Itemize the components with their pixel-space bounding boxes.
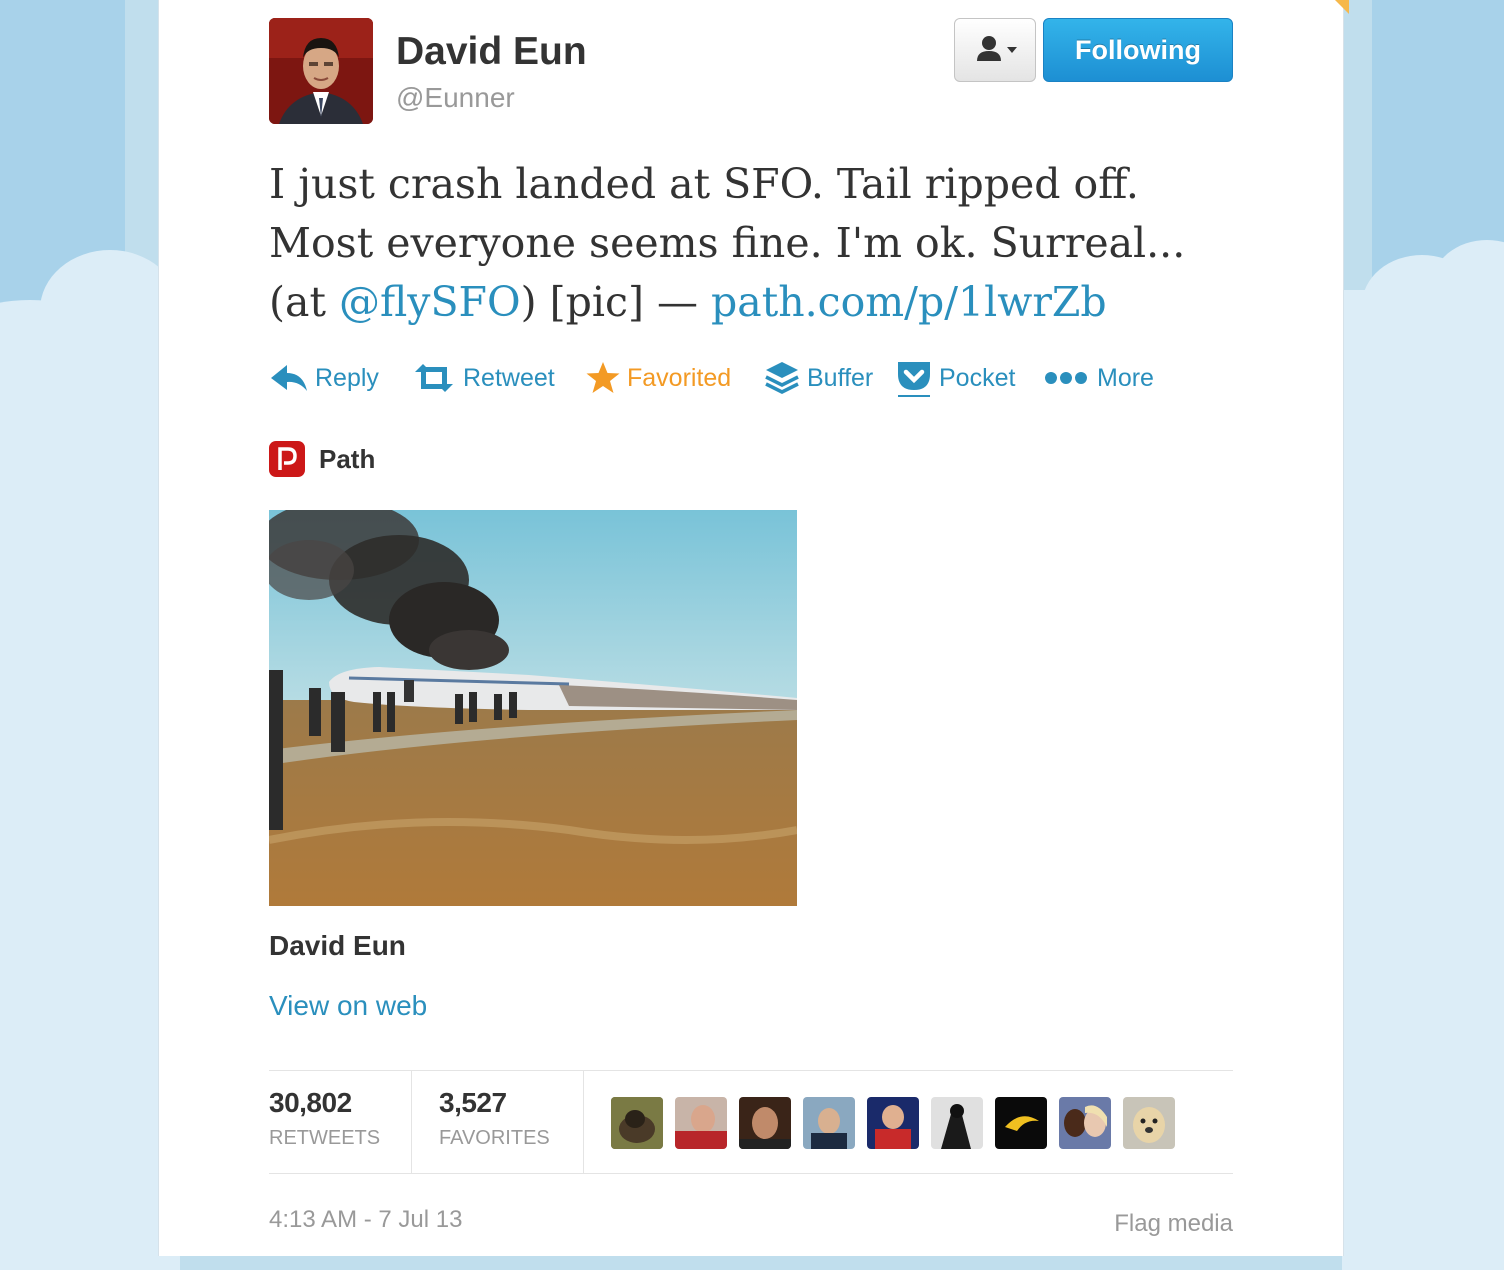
retweets-count: 30,802 xyxy=(269,1087,352,1118)
reply-icon xyxy=(271,365,307,391)
pocket-icon xyxy=(898,362,930,397)
stats-divider xyxy=(411,1071,412,1173)
favoriter-avatar[interactable] xyxy=(1123,1097,1175,1149)
pocket-label: Pocket xyxy=(939,363,1016,392)
following-button[interactable]: Following xyxy=(1043,18,1233,82)
corner-tab xyxy=(1329,0,1349,14)
background-sky-right xyxy=(1342,0,1504,1270)
tweet-text-prefix: (at xyxy=(269,278,339,326)
favoriter-avatar[interactable] xyxy=(803,1097,855,1149)
more-label: More xyxy=(1097,363,1154,392)
buffer-button[interactable]: Buffer xyxy=(763,358,873,398)
mention-link[interactable]: @flySFO xyxy=(339,278,521,326)
favoriter-avatar[interactable] xyxy=(1059,1097,1111,1149)
user-actions-dropdown[interactable] xyxy=(954,18,1036,82)
favorites-count: 3,527 xyxy=(439,1087,507,1118)
tweet-stats: 30,802 RETWEETS 3,527 FAVORITES xyxy=(269,1070,1233,1174)
favorite-button[interactable]: Favorited xyxy=(585,358,731,398)
favoriter-avatar[interactable] xyxy=(611,1097,663,1149)
retweets-label: RETWEETS xyxy=(269,1127,381,1149)
reply-label: Reply xyxy=(315,363,379,392)
tweet-text-line-3: (at @flySFO) [pic] — path.com/p/1lwrZb xyxy=(269,273,1249,332)
star-icon xyxy=(586,362,620,393)
more-dots-icon xyxy=(1045,372,1087,384)
tweet-text-line-1: I just crash landed at SFO. Tail ripped … xyxy=(269,160,1139,208)
tweet-photo[interactable] xyxy=(269,510,797,906)
buffer-icon xyxy=(765,362,799,394)
favoriter-avatar[interactable] xyxy=(675,1097,727,1149)
tweet-card: David Eun @Eunner Following I just crash… xyxy=(158,0,1349,1256)
media-source: Path xyxy=(269,440,375,478)
screen-name[interactable]: @Eunner xyxy=(396,82,515,114)
tweet-text-middle: ) [pic] — xyxy=(520,278,712,326)
favorited-label: Favorited xyxy=(627,363,732,392)
media-author: David Eun xyxy=(269,930,406,961)
favoriter-avatar[interactable] xyxy=(739,1097,791,1149)
view-on-web-link[interactable]: View on web xyxy=(269,990,427,1022)
buffer-label: Buffer xyxy=(807,363,874,392)
media-source-name: Path xyxy=(319,443,376,474)
tweet-url-link[interactable]: path.com/p/1lwrZb xyxy=(711,278,1107,326)
tweet-text-line-2: Most everyone seems fine. I'm ok. Surrea… xyxy=(269,219,1186,267)
tweet-text: I just crash landed at SFO. Tail ripped … xyxy=(269,155,1249,332)
background-sky-left xyxy=(0,0,180,1270)
tweet-actions: Reply Retweet Favorited Buffer Pocket Mo… xyxy=(269,358,1209,398)
tweet-timestamp[interactable]: 4:13 AM - 7 Jul 13 xyxy=(269,1206,462,1234)
favoriter-avatar[interactable] xyxy=(931,1097,983,1149)
more-button[interactable]: More xyxy=(1043,358,1154,398)
favorites-label: FAVORITES xyxy=(439,1127,550,1149)
retweet-button[interactable]: Retweet xyxy=(411,358,555,398)
pocket-button[interactable]: Pocket xyxy=(895,358,1015,398)
favoriter-avatar[interactable] xyxy=(995,1097,1047,1149)
reply-button[interactable]: Reply xyxy=(269,358,379,398)
user-dropdown-icon xyxy=(977,36,1017,61)
path-logo-icon xyxy=(269,441,305,477)
retweet-label: Retweet xyxy=(463,363,555,392)
display-name[interactable]: David Eun xyxy=(396,30,587,74)
retweet-icon xyxy=(415,364,453,392)
favoriter-avatar[interactable] xyxy=(867,1097,919,1149)
stats-divider xyxy=(583,1071,584,1173)
flag-media-link[interactable]: Flag media xyxy=(1114,1210,1233,1238)
avatar[interactable] xyxy=(269,18,373,124)
